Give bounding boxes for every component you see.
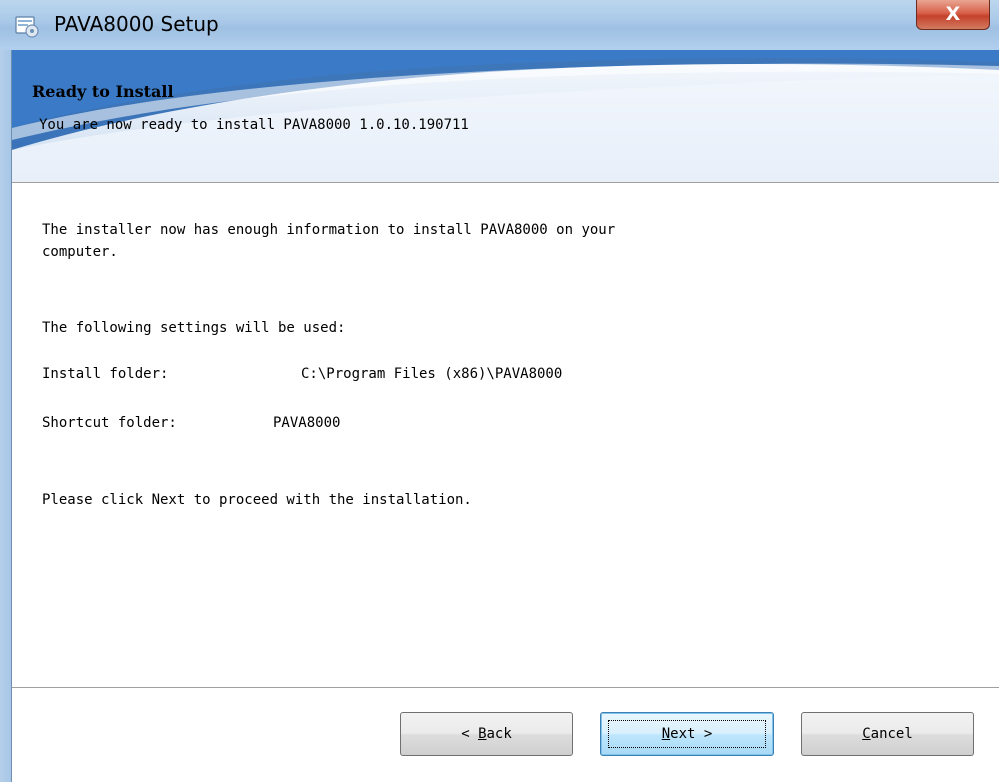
settings-heading: The following settings will be used: [42,320,346,336]
next-button[interactable]: Next > [600,712,774,756]
cancel-button[interactable]: Cancel [801,712,974,756]
back-button-label: < Back [461,726,512,742]
back-button[interactable]: < Back [400,712,573,756]
intro-text-line-2: computer. [42,244,118,260]
install-folder-value: C:\Program Files (x86)\PAVA8000 [301,366,563,382]
page-subtitle: You are now ready to install PAVA8000 1.… [39,117,469,133]
close-button[interactable]: X [916,0,990,30]
header-banner: Ready to Install You are now ready to in… [12,50,999,183]
footer-divider-highlight [12,688,999,689]
title-bar[interactable]: PAVA8000 Setup X [0,0,999,50]
installer-icon [15,16,39,38]
proceed-text: Please click Next to proceed with the in… [42,492,472,508]
intro-text-line-1: The installer now has enough information… [42,222,616,238]
close-icon: X [945,3,961,25]
banner-divider [12,182,999,183]
page-title: Ready to Install [32,82,174,101]
shortcut-folder-label: Shortcut folder: [42,415,177,431]
setup-window: PAVA8000 Setup X Ready to Install You ar… [0,0,999,782]
install-folder-label: Install folder: [42,366,169,382]
window-title: PAVA8000 Setup [54,12,219,36]
cancel-button-label: Cancel [862,726,913,742]
shortcut-folder-value: PAVA8000 [273,415,341,431]
next-button-label: Next > [661,726,713,742]
